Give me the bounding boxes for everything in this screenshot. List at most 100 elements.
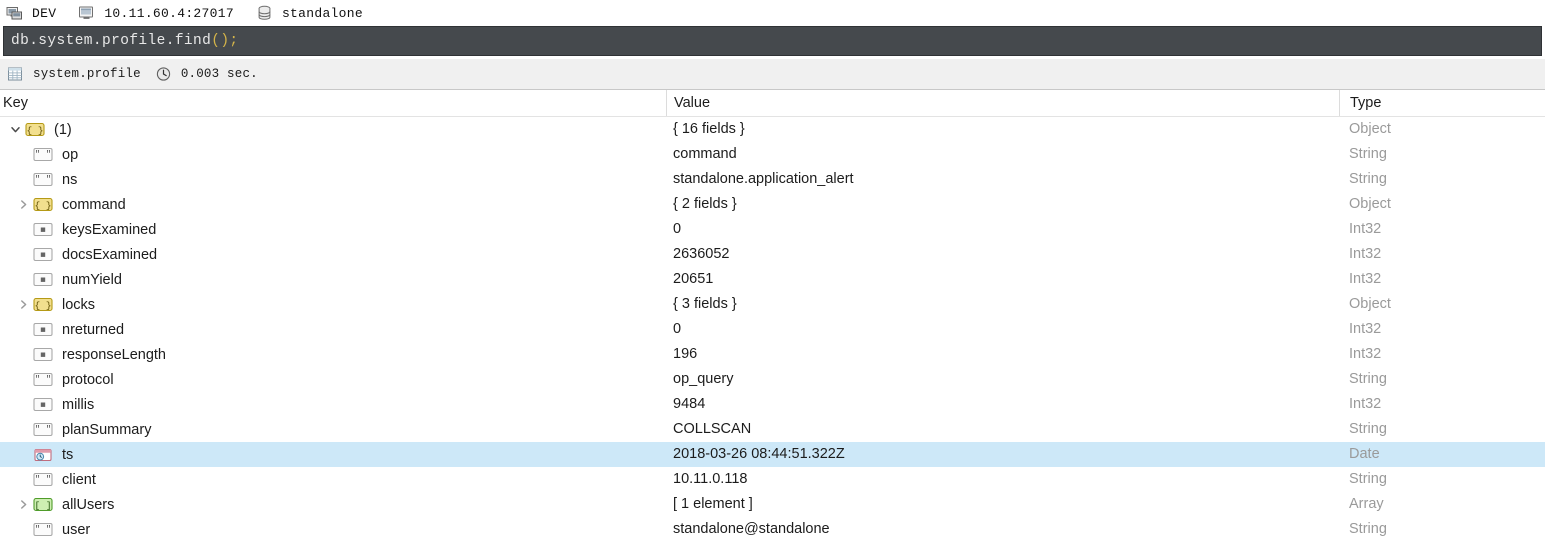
tree-twisty-placeholder <box>13 317 33 342</box>
connection-item-host[interactable]: 10.11.60.4:27017 <box>78 0 234 26</box>
cell-value[interactable]: 196 <box>666 342 1339 367</box>
tree-indent <box>0 504 13 505</box>
table-row[interactable]: responseLength196Int32 <box>0 342 1545 367</box>
cell-key[interactable]: " "planSummary <box>0 417 666 442</box>
cell-type: Int32 <box>1339 267 1545 292</box>
collection-name-label: system.profile <box>33 67 141 81</box>
object-braces-icon: { } <box>25 122 45 137</box>
cell-key[interactable]: nreturned <box>0 317 666 342</box>
table-row[interactable]: [ ]allUsers[ 1 element ]Array <box>0 492 1545 517</box>
query-input[interactable]: db.system.profile.find(); <box>3 26 1542 56</box>
tree-twisty-placeholder <box>13 517 33 542</box>
column-header-key[interactable]: Key <box>0 90 666 116</box>
connection-item-database[interactable]: standalone <box>256 0 363 26</box>
table-row[interactable]: { }locks{ 3 fields }Object <box>0 292 1545 317</box>
table-row[interactable]: " "planSummaryCOLLSCANString <box>0 417 1545 442</box>
cell-value[interactable]: standalone.application_alert <box>666 167 1339 192</box>
tree-twisty-placeholder <box>13 392 33 417</box>
tree-indent <box>0 279 13 280</box>
cell-key[interactable]: " "ns <box>0 167 666 192</box>
column-header-value[interactable]: Value <box>666 90 1339 116</box>
column-header-type[interactable]: Type <box>1339 90 1545 116</box>
chevron-right-icon[interactable] <box>13 292 33 317</box>
cell-value[interactable]: 10.11.0.118 <box>666 467 1339 492</box>
tree-indent <box>0 204 13 205</box>
duration-label: 0.003 sec. <box>181 67 258 81</box>
cell-type: Date <box>1339 442 1545 467</box>
cell-value[interactable]: [ 1 element ] <box>666 492 1339 517</box>
tree-twisty-placeholder <box>13 217 33 242</box>
svg-text:{ }: { } <box>34 200 51 211</box>
key-label: (1) <box>54 122 72 138</box>
tree-twisty-placeholder <box>13 267 33 292</box>
number-icon <box>33 247 53 262</box>
cell-key[interactable]: { }command <box>0 192 666 217</box>
cell-value[interactable]: op_query <box>666 367 1339 392</box>
svg-text:" ": " " <box>35 150 51 160</box>
chevron-right-icon[interactable] <box>13 492 33 517</box>
chevron-down-icon[interactable] <box>5 117 25 142</box>
table-row[interactable]: " "opcommandString <box>0 142 1545 167</box>
table-row[interactable]: { }command{ 2 fields }Object <box>0 192 1545 217</box>
cell-value[interactable]: COLLSCAN <box>666 417 1339 442</box>
key-label: user <box>62 522 90 538</box>
cell-type: String <box>1339 467 1545 492</box>
cell-type: Array <box>1339 492 1545 517</box>
cell-key[interactable]: " "user <box>0 517 666 542</box>
svg-text:[ ]: [ ] <box>34 500 51 511</box>
table-row[interactable]: " "protocolop_queryString <box>0 367 1545 392</box>
table-row[interactable]: numYield20651Int32 <box>0 267 1545 292</box>
cell-key[interactable]: responseLength <box>0 342 666 367</box>
key-label: client <box>62 472 96 488</box>
status-collection: system.profile <box>7 66 141 82</box>
result-tree-table: Key Value Type { } (1) { 16 fields }Object… <box>0 90 1545 542</box>
cell-value[interactable]: 20651 <box>666 267 1339 292</box>
cell-key[interactable]: [ ]allUsers <box>0 492 666 517</box>
table-row[interactable]: { } (1) { 16 fields }Object <box>0 117 1545 142</box>
cell-type: String <box>1339 142 1545 167</box>
database-name-label: standalone <box>282 6 363 21</box>
cell-value[interactable]: standalone@standalone <box>666 517 1339 542</box>
cell-key[interactable]: millis <box>0 392 666 417</box>
cell-key[interactable]: docsExamined <box>0 242 666 267</box>
cell-value[interactable]: 9484 <box>666 392 1339 417</box>
table-row[interactable]: millis9484Int32 <box>0 392 1545 417</box>
table-row[interactable]: ts2018-03-26 08:44:51.322ZDate <box>0 442 1545 467</box>
cell-type: Int32 <box>1339 242 1545 267</box>
cell-key[interactable]: " " client <box>0 467 666 492</box>
cell-type: Object <box>1339 117 1545 142</box>
table-header-row: Key Value Type <box>0 90 1545 117</box>
table-row[interactable]: " " client 10.11.0.118String <box>0 467 1545 492</box>
cell-value[interactable]: { 3 fields } <box>666 292 1339 317</box>
number-icon <box>33 397 53 412</box>
tree-indent <box>0 379 13 380</box>
cell-key[interactable]: keysExamined <box>0 217 666 242</box>
cell-value[interactable]: 0 <box>666 217 1339 242</box>
connection-item-server[interactable]: DEV <box>6 0 56 26</box>
table-row[interactable]: nreturned0Int32 <box>0 317 1545 342</box>
cell-key[interactable]: " "op <box>0 142 666 167</box>
cell-key[interactable]: " "protocol <box>0 367 666 392</box>
svg-text:" ": " " <box>35 475 51 485</box>
key-label: keysExamined <box>62 222 156 238</box>
cell-key[interactable]: { }locks <box>0 292 666 317</box>
key-label: responseLength <box>62 347 166 363</box>
table-row[interactable]: " "nsstandalone.application_alertString <box>0 167 1545 192</box>
cell-value[interactable]: 0 <box>666 317 1339 342</box>
table-row[interactable]: docsExamined2636052Int32 <box>0 242 1545 267</box>
cell-key[interactable]: { } (1) <box>0 117 666 142</box>
table-row[interactable]: keysExamined0Int32 <box>0 217 1545 242</box>
chevron-right-icon[interactable] <box>13 192 33 217</box>
cell-value[interactable]: command <box>666 142 1339 167</box>
cell-value[interactable]: { 16 fields } <box>666 117 1339 142</box>
tree-indent <box>0 304 13 305</box>
cell-value[interactable]: { 2 fields } <box>666 192 1339 217</box>
table-row[interactable]: " "userstandalone@standaloneString <box>0 517 1545 542</box>
cell-value[interactable]: 2018-03-26 08:44:51.322Z <box>666 442 1339 467</box>
cell-value[interactable]: 2636052 <box>666 242 1339 267</box>
tree-twisty-placeholder <box>13 417 33 442</box>
cell-key[interactable]: ts <box>0 442 666 467</box>
cell-key[interactable]: numYield <box>0 267 666 292</box>
tree-twisty-placeholder <box>13 367 33 392</box>
server-icon <box>6 5 23 21</box>
